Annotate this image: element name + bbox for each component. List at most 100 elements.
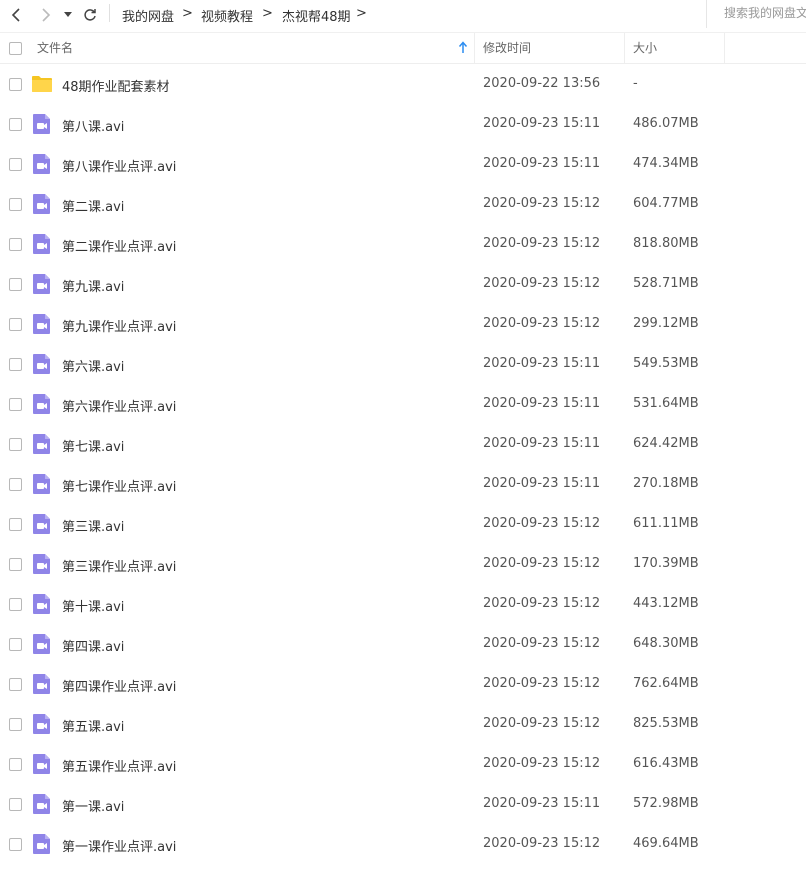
file-row[interactable]: 第二课作业点评.avi 2020-09-23 15:12 818.80MB: [0, 224, 806, 264]
file-size: 486.07MB: [633, 116, 699, 131]
row-checkbox[interactable]: [9, 518, 22, 531]
file-row[interactable]: 第一课作业点评.avi 2020-09-23 15:12 469.64MB: [0, 824, 806, 864]
history-dropdown-button[interactable]: [60, 4, 76, 26]
forward-button[interactable]: [35, 4, 57, 26]
file-size: 528.71MB: [633, 276, 699, 291]
breadcrumb-separator: >: [262, 6, 273, 21]
file-row[interactable]: 第六课作业点评.avi 2020-09-23 15:11 531.64MB: [0, 384, 806, 424]
file-size: 170.39MB: [633, 556, 699, 571]
file-row[interactable]: 第六课.avi 2020-09-23 15:11 549.53MB: [0, 344, 806, 384]
file-size: 616.43MB: [633, 756, 699, 771]
file-row[interactable]: 第十课.avi 2020-09-23 15:12 443.12MB: [0, 584, 806, 624]
toolbar-divider: [109, 4, 110, 22]
refresh-button[interactable]: [79, 4, 101, 26]
file-name[interactable]: 第二课作业点评.avi: [62, 236, 176, 255]
file-row[interactable]: 第二课.avi 2020-09-23 15:12 604.77MB: [0, 184, 806, 224]
column-divider[interactable]: [624, 33, 625, 63]
breadcrumb-item[interactable]: 我的网盘: [122, 6, 174, 25]
search-input[interactable]: [707, 0, 806, 26]
row-checkbox[interactable]: [9, 678, 22, 691]
file-name[interactable]: 第四课.avi: [62, 636, 124, 655]
row-checkbox[interactable]: [9, 158, 22, 171]
file-name[interactable]: 第十课.avi: [62, 596, 124, 615]
file-modified-time: 2020-09-23 15:12: [483, 836, 601, 851]
row-checkbox[interactable]: [9, 758, 22, 771]
file-size: 299.12MB: [633, 316, 699, 331]
file-name[interactable]: 第八课.avi: [62, 116, 124, 135]
file-row[interactable]: 第四课.avi 2020-09-23 15:12 648.30MB: [0, 624, 806, 664]
file-row[interactable]: 第七课.avi 2020-09-23 15:11 624.42MB: [0, 424, 806, 464]
file-size: 572.98MB: [633, 796, 699, 811]
header-modified[interactable]: 修改时间: [483, 33, 531, 63]
row-checkbox[interactable]: [9, 278, 22, 291]
file-row[interactable]: 第九课作业点评.avi 2020-09-23 15:12 299.12MB: [0, 304, 806, 344]
row-checkbox[interactable]: [9, 318, 22, 331]
row-checkbox[interactable]: [9, 598, 22, 611]
file-row[interactable]: 第一课.avi 2020-09-23 15:11 572.98MB: [0, 784, 806, 824]
file-name[interactable]: 第一课作业点评.avi: [62, 836, 176, 855]
row-checkbox[interactable]: [9, 798, 22, 811]
file-row[interactable]: 第四课作业点评.avi 2020-09-23 15:12 762.64MB: [0, 664, 806, 704]
file-row[interactable]: 48期作业配套素材 2020-09-22 13:56 -: [0, 64, 806, 104]
breadcrumb-item-current[interactable]: 杰视帮48期: [282, 6, 351, 25]
file-row[interactable]: 第九课.avi 2020-09-23 15:12 528.71MB: [0, 264, 806, 304]
file-name[interactable]: 第五课作业点评.avi: [62, 756, 176, 775]
file-name[interactable]: 第六课.avi: [62, 356, 124, 375]
file-name[interactable]: 第二课.avi: [62, 196, 124, 215]
file-name[interactable]: 第七课作业点评.avi: [62, 476, 176, 495]
file-name[interactable]: 48期作业配套素材: [62, 76, 170, 95]
row-checkbox[interactable]: [9, 118, 22, 131]
file-modified-time: 2020-09-23 15:11: [483, 356, 601, 371]
file-name[interactable]: 第三课.avi: [62, 516, 124, 535]
file-name[interactable]: 第七课.avi: [62, 436, 124, 455]
row-checkbox[interactable]: [9, 398, 22, 411]
file-modified-time: 2020-09-23 15:11: [483, 796, 601, 811]
caret-down-icon: [64, 12, 72, 17]
file-size: 818.80MB: [633, 236, 699, 251]
file-name[interactable]: 第九课作业点评.avi: [62, 316, 176, 335]
row-checkbox[interactable]: [9, 838, 22, 851]
row-checkbox[interactable]: [9, 238, 22, 251]
file-row[interactable]: 第八课作业点评.avi 2020-09-23 15:11 474.34MB: [0, 144, 806, 184]
file-name[interactable]: 第九课.avi: [62, 276, 124, 295]
file-modified-time: 2020-09-23 15:11: [483, 156, 601, 171]
row-checkbox[interactable]: [9, 558, 22, 571]
row-checkbox[interactable]: [9, 478, 22, 491]
header-size[interactable]: 大小: [633, 33, 657, 63]
file-row[interactable]: 第五课作业点评.avi 2020-09-23 15:12 616.43MB: [0, 744, 806, 784]
file-size: 762.64MB: [633, 676, 699, 691]
row-checkbox[interactable]: [9, 78, 22, 91]
file-size: 443.12MB: [633, 596, 699, 611]
column-divider[interactable]: [724, 33, 725, 63]
file-row[interactable]: 第三课.avi 2020-09-23 15:12 611.11MB: [0, 504, 806, 544]
file-modified-time: 2020-09-23 15:11: [483, 436, 601, 451]
file-name[interactable]: 第五课.avi: [62, 716, 124, 735]
video-file-icon: [31, 713, 53, 735]
select-all-checkbox[interactable]: [9, 42, 22, 55]
file-row[interactable]: 第八课.avi 2020-09-23 15:11 486.07MB: [0, 104, 806, 144]
file-size: 474.34MB: [633, 156, 699, 171]
row-checkbox[interactable]: [9, 638, 22, 651]
file-row[interactable]: 第七课作业点评.avi 2020-09-23 15:11 270.18MB: [0, 464, 806, 504]
file-name[interactable]: 第六课作业点评.avi: [62, 396, 176, 415]
video-file-icon: [31, 793, 53, 815]
file-name[interactable]: 第四课作业点评.avi: [62, 676, 176, 695]
file-name[interactable]: 第三课作业点评.avi: [62, 556, 176, 575]
row-checkbox[interactable]: [9, 358, 22, 371]
refresh-icon: [84, 9, 96, 21]
video-file-icon: [31, 273, 53, 295]
row-checkbox[interactable]: [9, 718, 22, 731]
video-file-icon: [31, 433, 53, 455]
sort-ascending-icon[interactable]: [458, 41, 468, 55]
file-name[interactable]: 第八课作业点评.avi: [62, 156, 176, 175]
back-button[interactable]: [5, 4, 27, 26]
file-row[interactable]: 第五课.avi 2020-09-23 15:12 825.53MB: [0, 704, 806, 744]
file-name[interactable]: 第一课.avi: [62, 796, 124, 815]
row-checkbox[interactable]: [9, 438, 22, 451]
header-name[interactable]: 文件名: [37, 33, 73, 63]
row-checkbox[interactable]: [9, 198, 22, 211]
breadcrumb-item[interactable]: 视频教程: [201, 6, 253, 25]
file-row[interactable]: 第三课作业点评.avi 2020-09-23 15:12 170.39MB: [0, 544, 806, 584]
column-divider[interactable]: [474, 33, 475, 63]
file-modified-time: 2020-09-23 15:12: [483, 756, 601, 771]
